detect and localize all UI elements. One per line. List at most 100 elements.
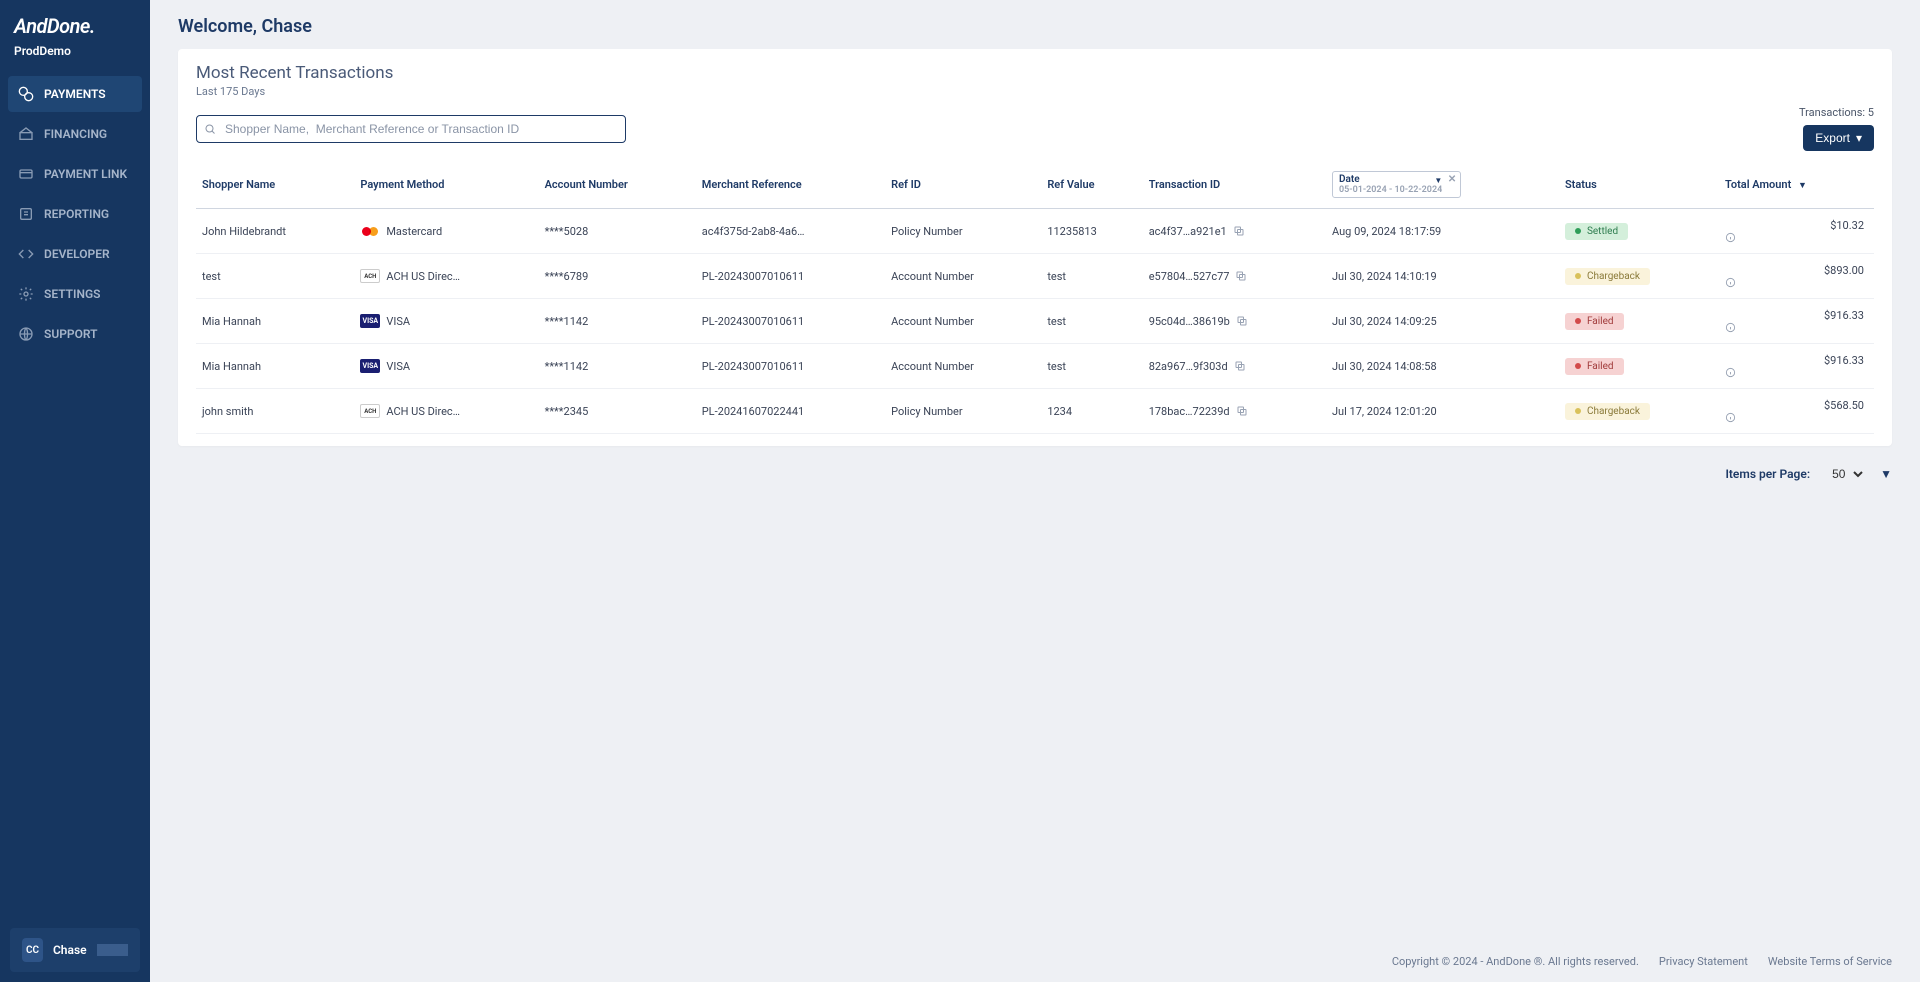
table-row[interactable]: test ACH ACH US Direc… ****6789 PL-20243… [196, 254, 1874, 299]
cell-status: Chargeback [1559, 254, 1719, 299]
sidebar-item-developer[interactable]: DEVELOPER [8, 236, 142, 272]
col-method[interactable]: Payment Method [354, 161, 538, 209]
export-button[interactable]: Export ▾ [1803, 125, 1874, 151]
cell-amount: $893.00 [1719, 254, 1874, 299]
cell-shopper: john smith [196, 389, 354, 434]
info-icon[interactable] [1725, 232, 1868, 243]
status-badge: Failed [1565, 358, 1624, 375]
copy-icon[interactable] [1236, 405, 1248, 417]
sort-desc-icon: ▼ [1798, 181, 1807, 191]
cell-status: Failed [1559, 299, 1719, 344]
card-subtitle: Last 175 Days [196, 85, 1874, 98]
cell-date: Jul 30, 2024 14:08:58 [1326, 344, 1559, 389]
user-chip[interactable]: CC Chase [10, 928, 140, 972]
payment-method-text: ACH US Direc… [386, 270, 460, 283]
sidebar-item-paymentlink[interactable]: PAYMENT LINK [8, 156, 142, 192]
cell-shopper: John Hildebrandt [196, 209, 354, 254]
cell-merchant: ac4f375d-2ab8-4a6… [696, 209, 885, 254]
col-date[interactable]: Date ▼ ✕ 05-01-2024 - 10-22-2024 [1326, 161, 1559, 209]
cell-shopper: Mia Hannah [196, 299, 354, 344]
cell-refid: Policy Number [885, 209, 1041, 254]
status-badge: Chargeback [1565, 268, 1650, 285]
col-account[interactable]: Account Number [539, 161, 696, 209]
info-icon[interactable] [1725, 277, 1868, 288]
cell-txid: 178bac…72239d [1143, 389, 1326, 434]
cell-method: ACH ACH US Direc… [354, 254, 538, 299]
sidebar-item-support[interactable]: SUPPORT [8, 316, 142, 352]
copy-icon[interactable] [1233, 225, 1245, 237]
copy-icon[interactable] [1235, 270, 1247, 282]
cell-refid: Policy Number [885, 389, 1041, 434]
col-status[interactable]: Status [1559, 161, 1719, 209]
sidebar: AndDone. ProdDemo PAYMENTS FINANCING PAY… [0, 0, 150, 982]
col-amount[interactable]: Total Amount ▼ [1719, 161, 1874, 209]
cell-date: Jul 17, 2024 12:01:20 [1326, 389, 1559, 434]
footer: Copyright © 2024 - AndDone ®. All rights… [150, 941, 1920, 982]
cell-amount: $10.32 [1719, 209, 1874, 254]
status-dot-icon [1575, 228, 1581, 234]
sidebar-item-settings[interactable]: SETTINGS [8, 276, 142, 312]
card-title: Most Recent Transactions [196, 63, 1874, 83]
payments-icon [18, 86, 34, 102]
date-filter[interactable]: Date ▼ ✕ 05-01-2024 - 10-22-2024 [1332, 171, 1461, 198]
payment-logo-icon: ACH [360, 404, 380, 418]
txid-text: ac4f37…a921e1 [1149, 225, 1227, 238]
avatar: CC [22, 938, 43, 962]
info-icon[interactable] [1725, 412, 1868, 423]
search-icon [204, 123, 216, 135]
footer-privacy-link[interactable]: Privacy Statement [1659, 955, 1748, 968]
col-merchant[interactable]: Merchant Reference [696, 161, 885, 209]
copy-icon[interactable] [1234, 360, 1246, 372]
payment-logo-icon: ACH [360, 269, 380, 283]
cell-refval: test [1041, 254, 1142, 299]
cell-refval: test [1041, 344, 1142, 389]
cell-method: VISA VISA [354, 299, 538, 344]
sidebar-item-financing[interactable]: FINANCING [8, 116, 142, 152]
status-text: Chargeback [1587, 406, 1640, 417]
status-dot-icon [1575, 363, 1581, 369]
status-badge: Chargeback [1565, 403, 1650, 420]
footer-terms-link[interactable]: Website Terms of Service [1768, 955, 1892, 968]
txid-text: 95c04d…38619b [1149, 315, 1230, 328]
cell-shopper: Mia Hannah [196, 344, 354, 389]
table-row[interactable]: Mia Hannah VISA VISA ****1142 PL-2024300… [196, 299, 1874, 344]
col-refid[interactable]: Ref ID [885, 161, 1041, 209]
cell-status: Failed [1559, 344, 1719, 389]
status-badge: Failed [1565, 313, 1624, 330]
globe-icon [18, 326, 34, 342]
info-icon[interactable] [1725, 322, 1868, 333]
clear-filter-icon[interactable]: ✕ [1448, 174, 1456, 185]
sidebar-item-label: SUPPORT [44, 327, 98, 341]
col-refval[interactable]: Ref Value [1041, 161, 1142, 209]
user-name: Chase [53, 943, 87, 957]
cell-date: Jul 30, 2024 14:10:19 [1326, 254, 1559, 299]
caret-down-icon: ▾ [1856, 131, 1862, 145]
date-filter-label: Date [1339, 174, 1442, 185]
sidebar-nav: PAYMENTS FINANCING PAYMENT LINK REPORTIN… [0, 72, 150, 918]
col-txid[interactable]: Transaction ID [1143, 161, 1326, 209]
payment-method-text: Mastercard [386, 225, 442, 238]
status-dot-icon [1575, 408, 1581, 414]
table-row[interactable]: john smith ACH ACH US Direc… ****2345 PL… [196, 389, 1874, 434]
reporting-icon [18, 206, 34, 222]
tenant-name: ProdDemo [0, 44, 150, 72]
copy-icon[interactable] [1236, 315, 1248, 327]
cell-merchant: PL-20241607022441 [696, 389, 885, 434]
table-row[interactable]: Mia Hannah VISA VISA ****1142 PL-2024300… [196, 344, 1874, 389]
transactions-card: Most Recent Transactions Last 175 Days T… [178, 49, 1892, 446]
sidebar-item-reporting[interactable]: REPORTING [8, 196, 142, 232]
transactions-count: Transactions: 5 [1799, 106, 1874, 119]
payment-logo-icon: VISA [360, 314, 380, 328]
cell-txid: e57804…527c77 [1143, 254, 1326, 299]
card-toolbar: Transactions: 5 Export ▾ [196, 106, 1874, 151]
payment-method-text: ACH US Direc… [386, 405, 460, 418]
search-input[interactable] [196, 115, 626, 143]
search-wrap [196, 115, 626, 143]
info-icon[interactable] [1725, 367, 1868, 378]
status-dot-icon [1575, 318, 1581, 324]
sidebar-item-payments[interactable]: PAYMENTS [8, 76, 142, 112]
items-per-page-select[interactable]: 50 [1824, 462, 1866, 486]
table-row[interactable]: John Hildebrandt Mastercard ****5028 ac4… [196, 209, 1874, 254]
cell-status: Settled [1559, 209, 1719, 254]
col-shopper[interactable]: Shopper Name [196, 161, 354, 209]
